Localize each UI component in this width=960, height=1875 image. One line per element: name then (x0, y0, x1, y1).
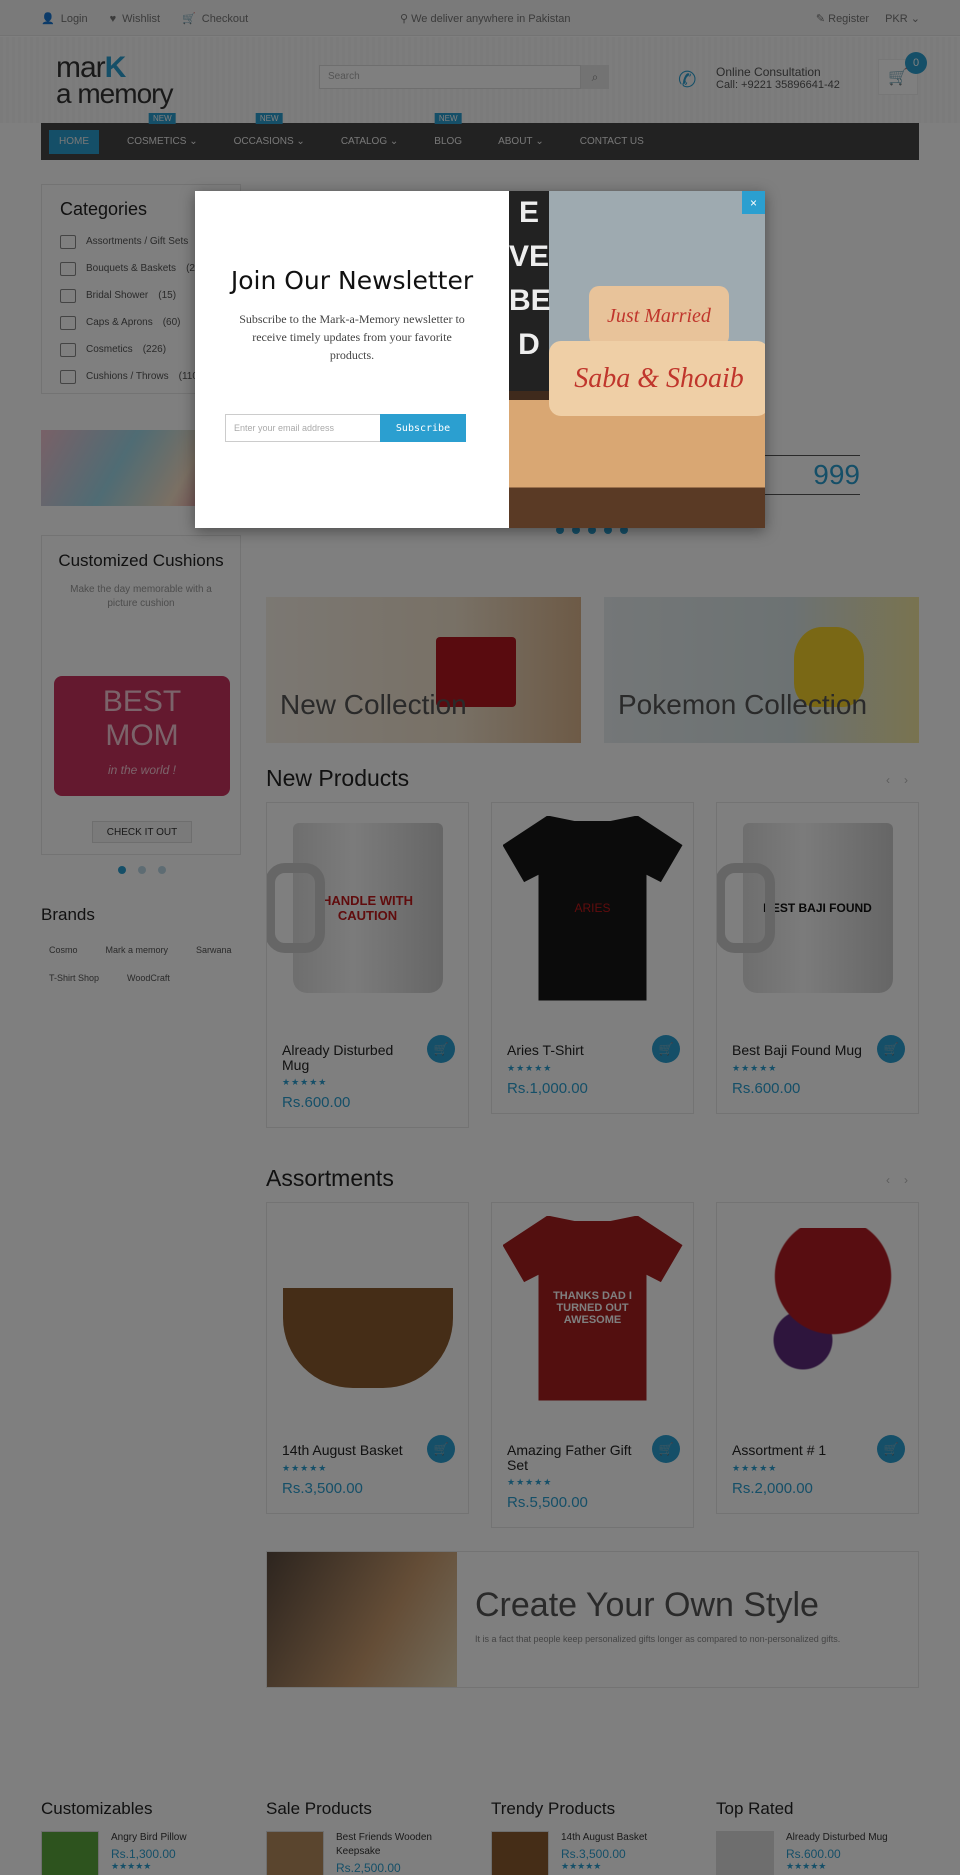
subscribe-button[interactable]: Subscribe (380, 414, 466, 442)
newsletter-modal: Join Our Newsletter Subscribe to the Mar… (195, 191, 765, 528)
newsletter-title: Join Our Newsletter (230, 266, 474, 295)
close-button[interactable]: × (742, 191, 765, 214)
email-field[interactable]: Enter your email address (225, 414, 381, 442)
newsletter-description: Subscribe to the Mark-a-Memory newslette… (239, 312, 465, 362)
close-icon: × (749, 195, 757, 210)
newsletter-photo: E VE BE D Just Married Saba & Shoaib (509, 191, 765, 528)
